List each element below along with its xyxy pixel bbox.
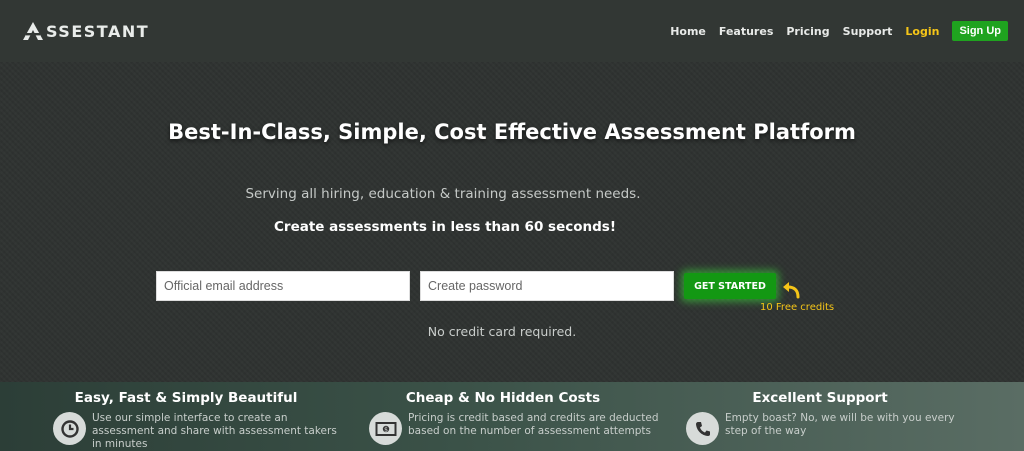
features-strip: Easy, Fast & Simply Beautiful Use our si…: [0, 382, 1024, 451]
get-started-button[interactable]: GET STARTED: [684, 273, 776, 299]
feature-text: Use our simple interface to create an as…: [92, 412, 337, 450]
feature-title: Cheap & No Hidden Costs: [405, 390, 601, 406]
money-icon: $: [369, 412, 402, 445]
nav-home[interactable]: Home: [670, 25, 706, 38]
feature-cheap: Cheap & No Hidden Costs $ Pricing is cre…: [343, 382, 663, 446]
hero-section: Best-In-Class, Simple, Cost Effective As…: [0, 62, 1024, 382]
brand-name: SSESTANT: [46, 21, 150, 41]
password-input[interactable]: [420, 271, 674, 301]
hero-subtitle: Serving all hiring, education & training…: [245, 186, 641, 202]
nav-pricing[interactable]: Pricing: [786, 25, 829, 38]
nav-menu: Home Features Pricing Support Login Sign…: [670, 21, 1008, 41]
email-input[interactable]: [156, 271, 410, 301]
nav-features[interactable]: Features: [719, 25, 773, 38]
free-credits-note: 10 Free credits: [760, 302, 835, 313]
phone-icon: [686, 412, 719, 445]
logo-a-icon: [23, 22, 43, 40]
feature-easy: Easy, Fast & Simply Beautiful Use our si…: [26, 382, 346, 450]
curved-arrow-icon: [783, 282, 800, 299]
feature-title: Easy, Fast & Simply Beautiful: [74, 390, 298, 406]
clock-icon: [53, 412, 86, 445]
nav-login[interactable]: Login: [905, 25, 939, 38]
svg-text:$: $: [384, 426, 388, 433]
hero-headline: Best-In-Class, Simple, Cost Effective As…: [168, 120, 856, 144]
brand-logo[interactable]: SSESTANT: [22, 21, 149, 41]
top-navbar: SSESTANT Home Features Pricing Support L…: [0, 0, 1024, 62]
feature-text: Pricing is credit based and credits are …: [408, 412, 659, 437]
nav-support[interactable]: Support: [843, 25, 893, 38]
signup-button[interactable]: Sign Up: [952, 21, 1008, 41]
feature-support: Excellent Support Empty boast? No, we wi…: [660, 382, 980, 446]
hero-tagline: Create assessments in less than 60 secon…: [274, 219, 616, 235]
no-credit-card-note: No credit card required.: [427, 324, 577, 339]
feature-text: Empty boast? No, we will be with you eve…: [725, 412, 955, 437]
feature-title: Excellent Support: [752, 390, 888, 406]
